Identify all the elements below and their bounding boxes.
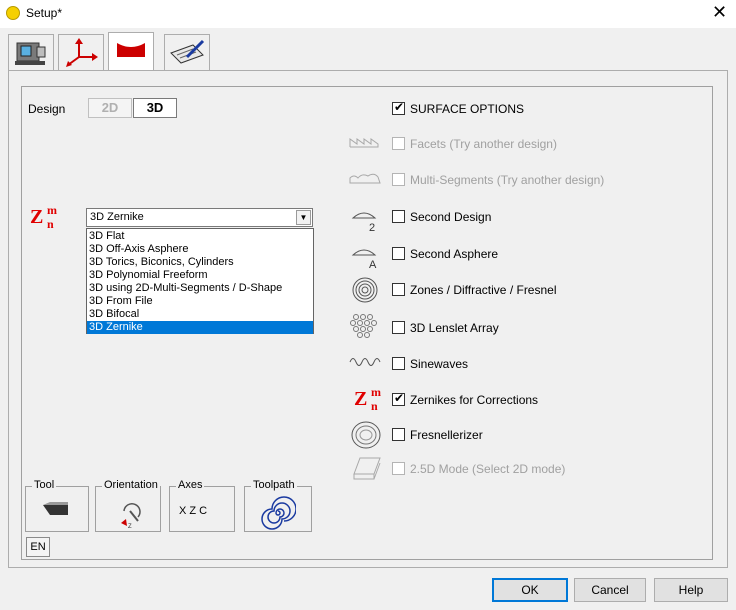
zernike-icon: Z m n — [354, 385, 381, 413]
cancel-button[interactable]: Cancel — [574, 578, 646, 602]
check-icon: ✔ — [394, 391, 405, 405]
toolpath-group-label: Toolpath — [251, 479, 297, 491]
design-label: Design — [28, 102, 66, 116]
tool-group[interactable]: Tool — [25, 479, 89, 532]
orientation-group-label: Orientation — [102, 479, 160, 491]
svg-text:2: 2 — [369, 222, 375, 233]
multi-segments-label: Multi-Segments (Try another design) — [410, 173, 605, 187]
second-design-icon: 2 — [351, 212, 377, 233]
help-button[interactable]: Help — [654, 578, 728, 602]
surface-type-option[interactable]: 3D using 2D-Multi-Segments / D-Shape — [87, 282, 313, 295]
tab-lens[interactable] — [108, 32, 154, 70]
surface-type-option[interactable]: 3D Bifocal — [87, 308, 313, 321]
facets-icon — [349, 138, 379, 148]
second-asphere-label: Second Asphere — [410, 247, 499, 261]
axes-group-label: Axes — [176, 479, 205, 491]
ok-button[interactable]: OK — [492, 578, 568, 602]
orientation-group[interactable]: Orientation Z — [95, 479, 161, 532]
surface-type-option[interactable]: 3D Off-Axis Asphere — [87, 243, 313, 256]
second-asphere-icon: A — [351, 249, 377, 270]
zernike-symbol-icon: Z m n — [30, 203, 57, 231]
close-icon[interactable]: ✕ — [712, 3, 727, 21]
lenslet-icon — [350, 314, 377, 338]
second-design-label: Second Design — [410, 210, 492, 224]
surface-options-checkbox[interactable]: ✔ — [392, 100, 405, 115]
surface-type-dropdown: 3D Flat 3D Off-Axis Asphere 3D Torics, B… — [86, 228, 314, 334]
tab-notes[interactable] — [164, 34, 210, 70]
second-design-checkbox[interactable] — [392, 210, 405, 223]
surface-type-selected: 3D Zernike — [90, 211, 144, 223]
tool-icon — [43, 502, 68, 515]
sinewaves-checkbox[interactable] — [392, 357, 405, 370]
tool-group-label: Tool — [32, 479, 57, 491]
toolpath-group[interactable]: Toolpath — [244, 479, 312, 532]
zones-icon — [352, 277, 378, 303]
axes-value: X Z C — [179, 505, 208, 517]
design-2d-button[interactable]: 2D — [88, 98, 132, 118]
fresnellerizer-checkbox[interactable] — [392, 428, 405, 441]
mode-25d-label: 2.5D Mode (Select 2D mode) — [410, 462, 566, 476]
facets-label: Facets (Try another design) — [410, 137, 557, 151]
chevron-down-icon[interactable]: ▼ — [296, 210, 311, 225]
axes-group[interactable]: Axes X Z C — [169, 479, 235, 532]
surface-options-header: SURFACE OPTIONS — [410, 102, 525, 116]
language-button[interactable]: EN — [26, 537, 50, 557]
zones-checkbox[interactable] — [392, 283, 405, 296]
toolpath-spiral-icon — [261, 496, 296, 530]
multi-segments-icon — [349, 173, 381, 184]
surface-type-combo[interactable]: 3D Zernike ▼ — [86, 208, 313, 227]
window-title: Setup* — [26, 6, 63, 20]
orientation-icon: Z — [121, 503, 141, 529]
second-asphere-checkbox[interactable] — [392, 247, 405, 260]
zones-label: Zones / Diffractive / Fresnel — [410, 283, 557, 297]
fresnellerizer-icon — [351, 421, 381, 449]
surface-type-option[interactable]: 3D Polynomial Freeform — [87, 269, 313, 282]
zernikes-label: Zernikes for Corrections — [410, 393, 539, 407]
surface-type-option[interactable]: 3D Torics, Biconics, Cylinders — [87, 256, 313, 269]
svg-text:Z: Z — [128, 524, 132, 529]
title-bar — [0, 0, 736, 28]
sinewaves-label: Sinewaves — [410, 357, 469, 371]
check-icon: ✔ — [394, 100, 405, 114]
machine-icon — [15, 42, 46, 65]
fresnellerizer-label: Fresnellerizer — [410, 428, 483, 442]
mode-25d-icon — [353, 457, 381, 480]
tab-axes[interactable] — [58, 34, 104, 70]
lenslet-label: 3D Lenslet Array — [410, 321, 499, 335]
design-3d-button[interactable]: 3D — [133, 98, 177, 118]
svg-text:A: A — [369, 259, 377, 270]
facets-checkbox[interactable] — [392, 137, 405, 150]
lens-icon — [117, 43, 145, 57]
mode-25d-checkbox[interactable] — [392, 462, 405, 475]
lenslet-checkbox[interactable] — [392, 321, 405, 334]
surface-type-option[interactable]: 3D From File — [87, 295, 313, 308]
notepad-icon — [170, 39, 205, 64]
surface-type-option-selected[interactable]: 3D Zernike — [87, 321, 313, 334]
zernikes-checkbox[interactable]: ✔ — [392, 391, 405, 406]
app-icon — [6, 6, 20, 20]
axes-icon — [66, 38, 98, 67]
tab-machine[interactable] — [8, 34, 54, 70]
sinewave-icon — [349, 358, 381, 366]
multi-segments-checkbox[interactable] — [392, 173, 405, 186]
surface-type-option[interactable]: 3D Flat — [87, 230, 313, 243]
